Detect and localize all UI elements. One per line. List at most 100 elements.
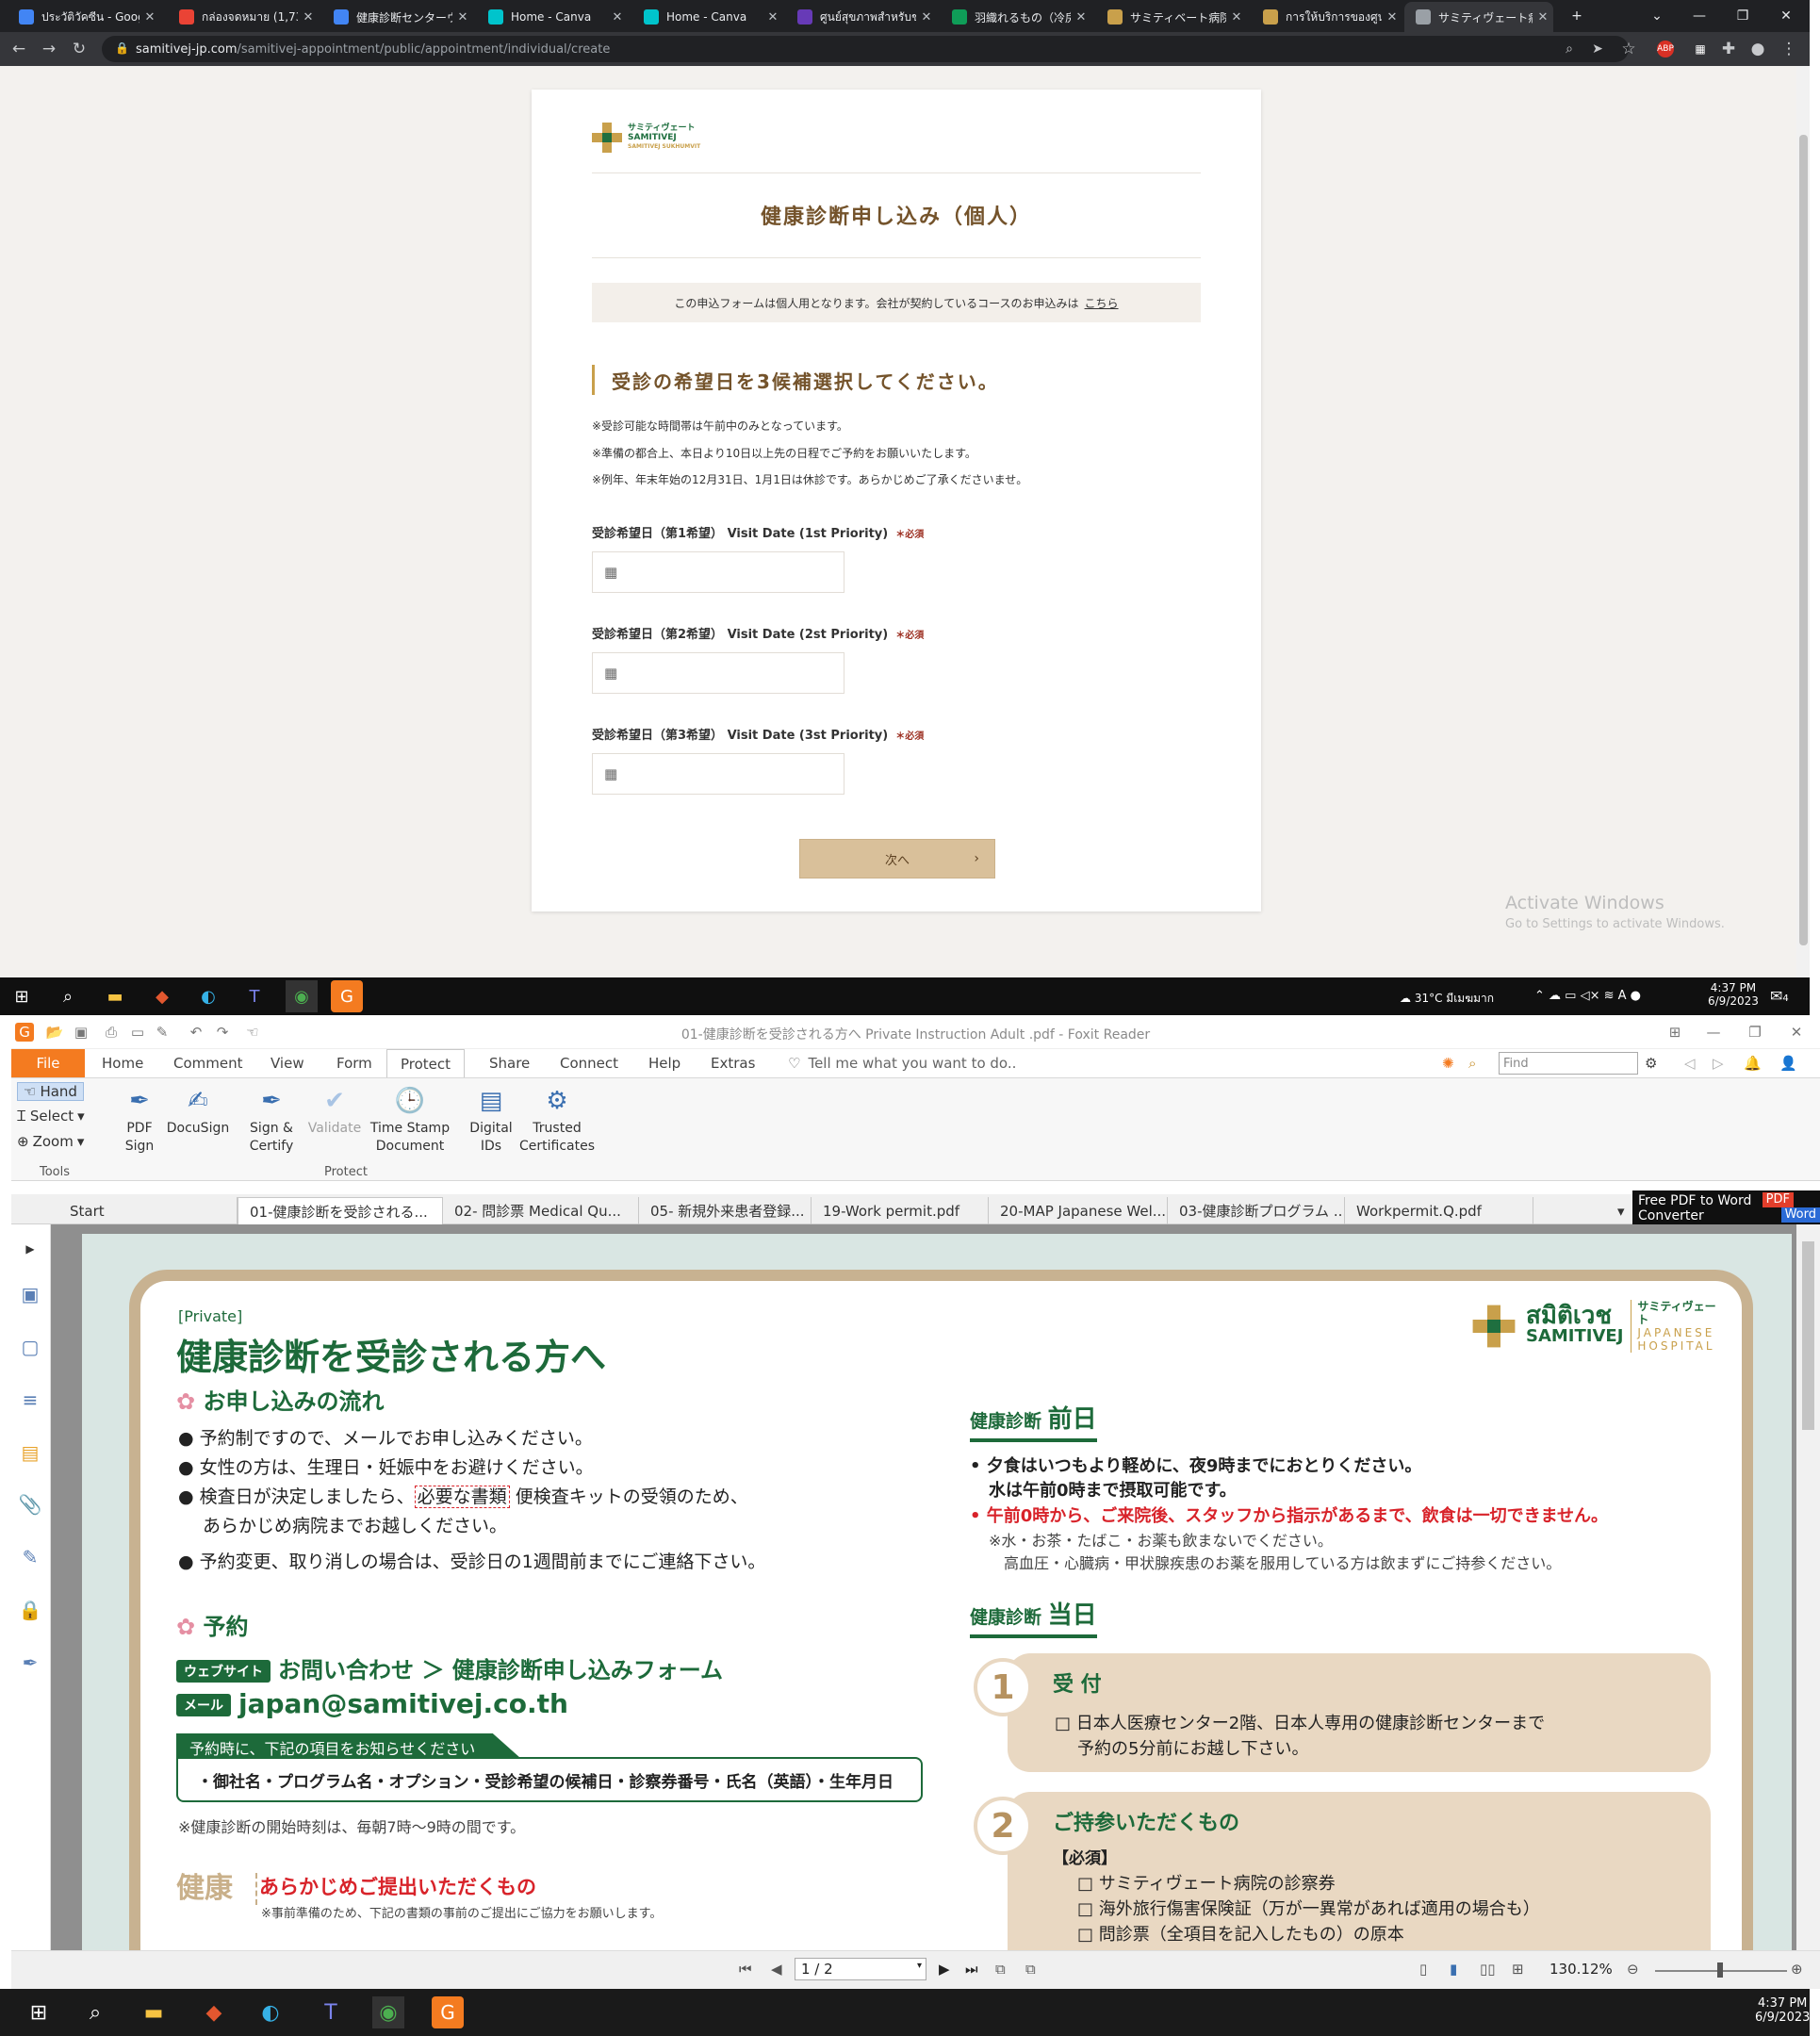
file-explorer-icon[interactable]: ▬ [138,1996,170,2028]
browser-tab[interactable]: 健康診断センターウ ✕ [322,2,473,32]
teams-icon[interactable]: T [315,1996,347,2028]
tab-list-dropdown-icon[interactable]: ▾ [1606,1197,1636,1224]
file-explorer-icon[interactable]: ▬ [99,980,131,1012]
minimize-button[interactable]: — [1678,0,1721,32]
close-tab-icon[interactable]: ✕ [1226,10,1247,25]
user-icon[interactable]: 👤 [1779,1049,1797,1077]
find-input[interactable]: Find [1499,1052,1638,1075]
doc-tab-active[interactable]: 01-健康診断を受診される...✕ [238,1197,443,1224]
bell-icon[interactable]: 🔔 [1744,1049,1762,1077]
visit-date-2-input[interactable]: ▦ [592,652,844,694]
back-icon[interactable]: ← [9,40,28,58]
extension-on-icon[interactable]: ▦ [1691,40,1710,58]
tray-icons[interactable]: ⌃ ☁ ▭ ◁× ≋ A ● [1534,989,1641,1003]
adblock-icon[interactable]: ABP [1657,41,1674,57]
send-icon[interactable]: ➤ [1588,40,1607,58]
facing-icon[interactable]: ▯▯ [1480,1961,1496,1978]
foxit-close-button[interactable]: ✕ [1787,1023,1806,1042]
zoom-out-icon[interactable]: ⊖ [1627,1961,1639,1978]
signature-panel-icon[interactable]: ✎ [17,1544,43,1570]
foxit-restore-button[interactable]: ❐ [1746,1023,1764,1042]
menu-file[interactable]: File [11,1049,85,1077]
zoom-tool[interactable]: ⊕ Zoom ▾ [17,1133,84,1150]
close-tab-icon[interactable]: ✕ [298,10,319,25]
tab-search-icon[interactable]: ⌄ [1635,0,1679,32]
browser-tab[interactable]: กล่องจดหมาย (1,732✕ [168,2,319,32]
doc-tab[interactable]: 02- 問診票 Medical Qu... [443,1197,639,1224]
menu-help[interactable]: Help [648,1049,680,1077]
edge-icon[interactable]: ◐ [254,1996,287,2028]
close-tab-icon[interactable]: ✕ [1071,10,1091,25]
close-tab-icon[interactable]: ✕ [1382,10,1402,25]
menu-view[interactable]: View [271,1049,304,1077]
document-scrollbar-thumb[interactable] [1802,1241,1814,1430]
find-settings-icon[interactable]: ⌕ [1468,1049,1476,1077]
close-tab-icon[interactable]: ✕ [762,10,783,25]
menu-extras[interactable]: Extras [711,1049,755,1077]
reload-icon[interactable]: ↻ [70,40,89,58]
corporate-link[interactable]: こちら [1085,295,1119,311]
notifications-icon[interactable]: ✉4 [1770,987,1789,1005]
pages-icon[interactable]: ▢ [17,1334,43,1360]
doc-tab[interactable]: Workpermit.Q.pdf [1345,1197,1533,1224]
cover-icon[interactable]: ⊞ [1512,1961,1524,1978]
zoom-level[interactable]: 130.12% [1549,1961,1613,1978]
menu-connect[interactable]: Connect [560,1049,618,1077]
chrome-icon[interactable]: ◉ [372,1996,404,2028]
next-result-icon[interactable]: ▷ [1713,1049,1724,1077]
extensions-icon[interactable]: ✚ [1719,40,1738,58]
visit-date-3-input[interactable]: ▦ [592,753,844,795]
continuous-icon[interactable]: ▮ [1450,1961,1457,1978]
menu-share[interactable]: Share [489,1049,530,1077]
clock[interactable]: 4:37 PM 6/9/2023 [1708,981,1759,1008]
next-button[interactable]: 次へ › [799,839,995,878]
docusign-button[interactable]: ✍ DocuSign [162,1082,234,1138]
windows-start-icon[interactable]: ⊞ [6,980,38,1012]
browser-tab[interactable]: サミティベート病院スク✕ [1096,2,1247,32]
edge-icon[interactable]: ◐ [192,980,224,1012]
pdf-to-word-ad[interactable]: Free PDF to Word Converter PDF Word [1632,1190,1820,1224]
bookmark-star-icon[interactable]: ☆ [1619,40,1638,58]
weather[interactable]: ☁ 31°C มีเมฆมาก [1400,990,1494,1008]
browser-tab[interactable]: Home - Canva ✕ [632,2,783,32]
reflow-icon[interactable]: ⧉ [995,1961,1006,1978]
new-tab-icon[interactable]: + [1555,0,1599,32]
tell-me-box[interactable]: ♡ Tell me what you want to do.. [788,1049,1016,1077]
security-lock-icon[interactable]: 🔒 [17,1597,43,1623]
bookmarks-icon[interactable]: ▣ [17,1281,43,1307]
menu-form[interactable]: Form [336,1049,372,1077]
sign-panel-icon[interactable]: ✒ [17,1650,43,1676]
foxit-icon[interactable]: G [331,980,363,1012]
browser-tab[interactable]: ประวัติวัคซีน - Googl ✕ [8,2,160,32]
last-page-icon[interactable]: ⏭ [965,1961,978,1978]
teams-icon[interactable]: T [238,980,271,1012]
doc-tab[interactable]: 03-健康診断プログラム ... [1168,1197,1345,1224]
menu-home[interactable]: Home [102,1049,143,1077]
app-icon[interactable]: ◆ [146,980,178,1012]
browser-tab[interactable]: การให้บริการของศูนย์ ✕ [1252,2,1402,32]
windows-start-icon[interactable]: ⊞ [23,1996,55,2028]
doc-tab[interactable]: 05- 新規外来患者登録... [639,1197,812,1224]
browser-tab[interactable]: サミティヴェート病院 ス✕ [1404,2,1553,32]
prev-result-icon[interactable]: ◁ [1684,1049,1696,1077]
browser-tab[interactable]: 羽織れるもの（冷房 ✕ [941,2,1091,32]
extract-icon[interactable]: ⧉ [1025,1961,1036,1978]
doc-tab-start[interactable]: Start [58,1197,238,1224]
menu-comment[interactable]: Comment [173,1049,243,1077]
page-number-field[interactable]: 1 / 2 ▾ [795,1958,926,1980]
trusted-certificates-button[interactable]: ⚙ Trusted Certificates [515,1082,599,1156]
search-icon[interactable]: ⌕ [52,980,84,1012]
single-page-icon[interactable]: ▯ [1419,1961,1427,1978]
app-icon[interactable]: ◆ [198,1996,230,2028]
search-icon[interactable]: ⌕ [79,1996,111,2028]
comments-icon[interactable]: ▤ [17,1439,43,1466]
attachments-icon[interactable]: 📎 [17,1491,43,1518]
prev-page-icon[interactable]: ◀ [771,1961,782,1978]
address-bar[interactable]: 🔒 samitivej-jp.com/samitivej-appointment… [102,36,1629,62]
visit-date-1-input[interactable]: ▦ [592,551,844,593]
close-tab-icon[interactable]: ✕ [139,10,160,25]
layers-icon[interactable]: ≡ [17,1387,43,1413]
doc-tab[interactable]: 19-Work permit.pdf [812,1197,989,1224]
sign-certify-button[interactable]: ✒ Sign & Certify [234,1082,309,1156]
profile-icon[interactable]: ● [1748,40,1767,58]
